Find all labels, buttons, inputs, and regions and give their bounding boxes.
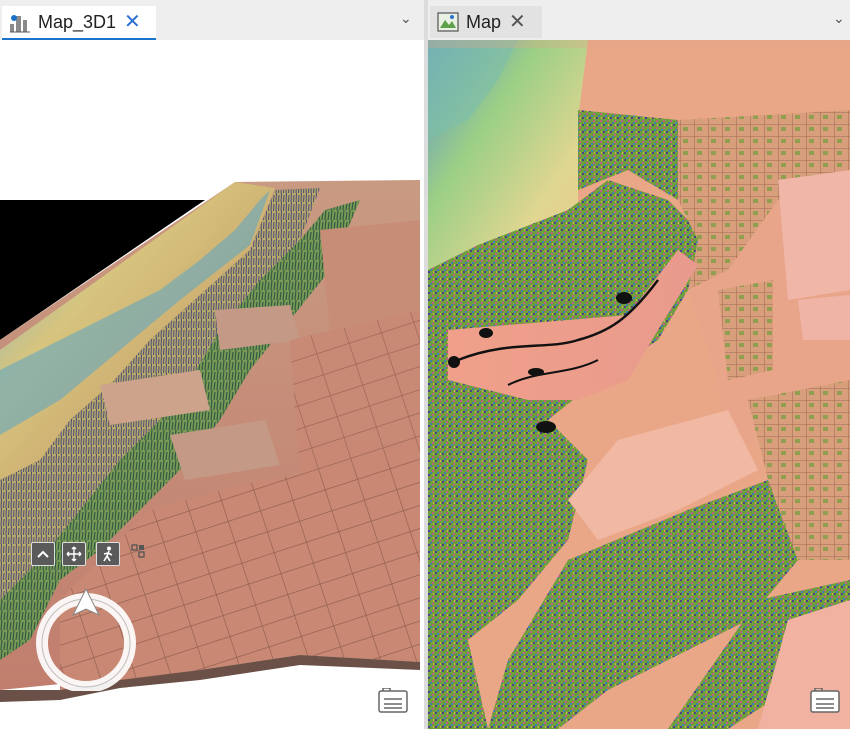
right-tab-strip: Map ✕ ⌄ — [428, 0, 850, 40]
tab-label: Map_3D1 — [38, 11, 117, 32]
map-2d-view[interactable] — [428, 40, 850, 729]
legend-panel-icon[interactable] — [378, 688, 408, 714]
left-tab-strip: Map_3D1 ✕ ⌄ — [0, 0, 424, 40]
full-navigator-icon[interactable] — [130, 543, 146, 559]
scene-3d-view[interactable] — [0, 40, 424, 729]
close-tab-icon[interactable]: ✕ — [124, 12, 141, 32]
chevron-down-icon[interactable]: ⌄ — [833, 10, 845, 27]
map-2d-pane: Map ✕ ⌄ — [428, 0, 850, 729]
walk-person-icon[interactable] — [96, 542, 120, 566]
chevron-up-icon[interactable] — [31, 542, 55, 566]
tab-label: Map — [466, 11, 502, 32]
elevation-map-render[interactable] — [428, 40, 850, 729]
chevron-down-icon[interactable]: ⌄ — [400, 10, 412, 27]
tab-map-3d1[interactable]: Map_3D1 ✕ — [2, 6, 156, 40]
close-tab-icon[interactable]: ✕ — [509, 12, 526, 32]
tab-map[interactable]: Map ✕ — [430, 6, 542, 38]
pan-move-icon[interactable] — [62, 542, 86, 566]
legend-panel-icon[interactable] — [810, 688, 840, 714]
scene-3d-pane: Map_3D1 ✕ ⌄ — [0, 0, 424, 729]
map-icon — [436, 10, 460, 34]
scene-3d-icon — [8, 10, 32, 34]
navigator-ring[interactable] — [33, 585, 139, 691]
